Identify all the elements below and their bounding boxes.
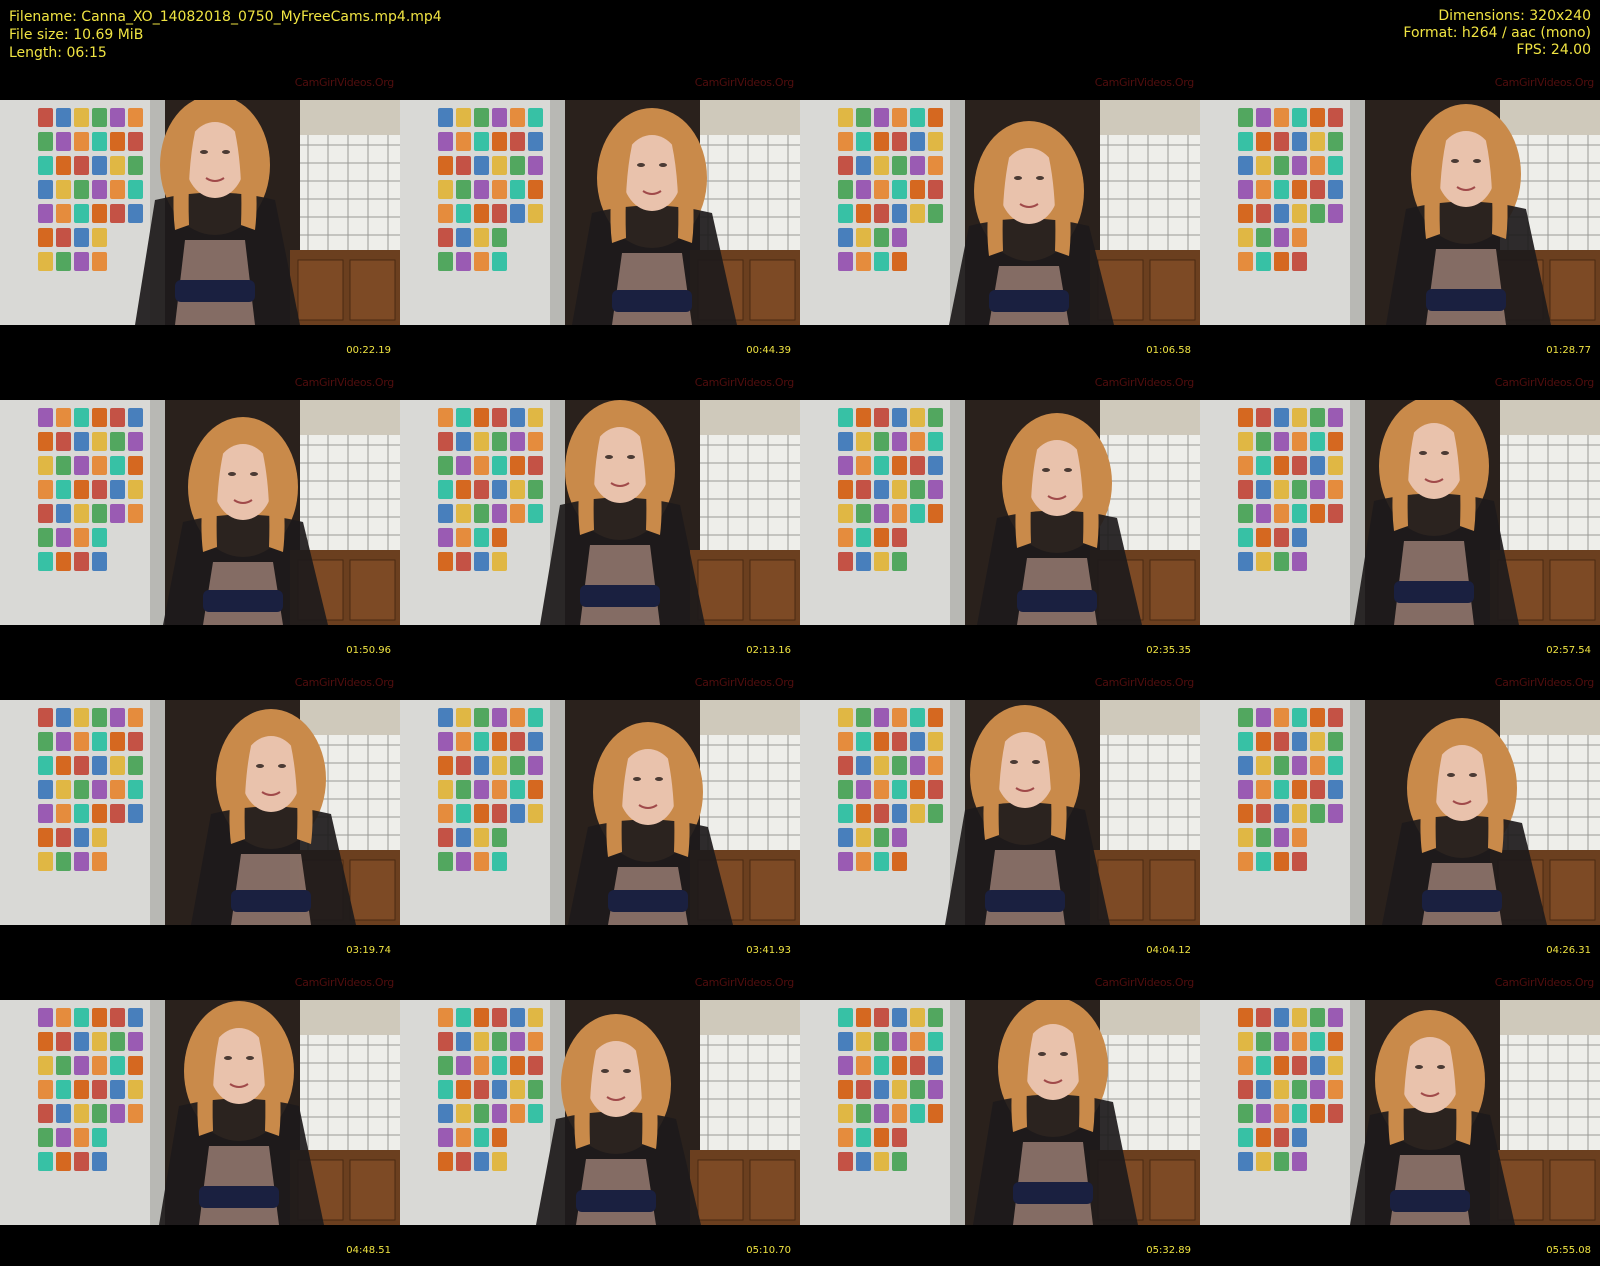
frame-timestamp: 05:10.70 (746, 1245, 791, 1256)
media-info: Dimensions: 320x240 Format: h264 / aac (… (1403, 8, 1591, 59)
frame-timestamp: 04:26.31 (1546, 945, 1591, 956)
watermark-text: CamGirlVideos.Org (694, 376, 795, 389)
filename-text: Filename: Canna_XO_14082018_0750_MyFreeC… (9, 9, 442, 25)
frame-timestamp: 01:50.96 (346, 645, 391, 656)
video-frame-image (800, 100, 1200, 325)
thumbnail-tile: CamGirlVideos.Org 04:26.31 (1200, 670, 1600, 970)
video-frame-image (1200, 400, 1600, 625)
frame-timestamp: 05:32.89 (1146, 1245, 1191, 1256)
video-frame-image (800, 400, 1200, 625)
video-frame-image (0, 1000, 400, 1225)
watermark-text: CamGirlVideos.Org (1094, 76, 1195, 89)
frame-timestamp: 03:19.74 (346, 945, 391, 956)
length-text: Length: 06:15 (9, 45, 107, 61)
watermark-text: CamGirlVideos.Org (1094, 376, 1195, 389)
thumbnail-tile: CamGirlVideos.Org 00:44.39 (400, 70, 800, 370)
video-frame-image (400, 700, 800, 925)
thumbnail-tile: CamGirlVideos.Org 03:41.93 (400, 670, 800, 970)
thumbnail-tile: CamGirlVideos.Org 01:28.77 (1200, 70, 1600, 370)
thumbnail-tile: CamGirlVideos.Org 03:19.74 (0, 670, 400, 970)
thumbnail-tile: CamGirlVideos.Org 05:10.70 (400, 970, 800, 1266)
watermark-text: CamGirlVideos.Org (294, 976, 395, 989)
watermark-text: CamGirlVideos.Org (694, 76, 795, 89)
frame-timestamp: 02:13.16 (746, 645, 791, 656)
thumbnail-tile: CamGirlVideos.Org 04:04.12 (800, 670, 1200, 970)
watermark-text: CamGirlVideos.Org (1094, 676, 1195, 689)
watermark-text: CamGirlVideos.Org (294, 676, 395, 689)
file-info: Filename: Canna_XO_14082018_0750_MyFreeC… (9, 8, 442, 62)
thumbnail-tile: CamGirlVideos.Org 00:22.19 (0, 70, 400, 370)
video-frame-image (1200, 1000, 1600, 1225)
format-text: Format: h264 / aac (mono) (1403, 25, 1591, 41)
video-frame-image (800, 1000, 1200, 1225)
video-frame-image (0, 400, 400, 625)
watermark-text: CamGirlVideos.Org (694, 976, 795, 989)
filesize-text: File size: 10.69 MiB (9, 27, 144, 43)
frame-timestamp: 05:55.08 (1546, 1245, 1591, 1256)
thumbnail-tile: CamGirlVideos.Org 02:57.54 (1200, 370, 1600, 670)
watermark-text: CamGirlVideos.Org (694, 676, 795, 689)
watermark-text: CamGirlVideos.Org (1094, 976, 1195, 989)
frame-timestamp: 00:22.19 (346, 345, 391, 356)
watermark-text: CamGirlVideos.Org (294, 376, 395, 389)
frame-timestamp: 02:57.54 (1546, 645, 1591, 656)
video-frame-image (0, 100, 400, 325)
thumbnail-tile: CamGirlVideos.Org 05:32.89 (800, 970, 1200, 1266)
watermark-text: CamGirlVideos.Org (1494, 976, 1595, 989)
thumbnail-tile: CamGirlVideos.Org 05:55.08 (1200, 970, 1600, 1266)
frame-timestamp: 04:04.12 (1146, 945, 1191, 956)
contact-sheet: Filename: Canna_XO_14082018_0750_MyFreeC… (0, 0, 1600, 1266)
video-frame-image (800, 700, 1200, 925)
thumbnail-tile: CamGirlVideos.Org 04:48.51 (0, 970, 400, 1266)
thumbnail-tile: CamGirlVideos.Org 02:13.16 (400, 370, 800, 670)
frame-timestamp: 04:48.51 (346, 1245, 391, 1256)
frame-timestamp: 01:28.77 (1546, 345, 1591, 356)
watermark-text: CamGirlVideos.Org (294, 76, 395, 89)
thumbnail-tile: CamGirlVideos.Org 01:06.58 (800, 70, 1200, 370)
watermark-text: CamGirlVideos.Org (1494, 76, 1595, 89)
video-frame-image (400, 100, 800, 325)
frame-timestamp: 01:06.58 (1146, 345, 1191, 356)
watermark-text: CamGirlVideos.Org (1494, 376, 1595, 389)
fps-text: FPS: 24.00 (1516, 42, 1591, 58)
frame-timestamp: 02:35.35 (1146, 645, 1191, 656)
video-frame-image (0, 700, 400, 925)
watermark-text: CamGirlVideos.Org (1494, 676, 1595, 689)
video-frame-image (1200, 700, 1600, 925)
frame-timestamp: 03:41.93 (746, 945, 791, 956)
video-frame-image (400, 1000, 800, 1225)
video-frame-image (1200, 100, 1600, 325)
dimensions-text: Dimensions: 320x240 (1438, 8, 1591, 24)
thumbnail-tile: CamGirlVideos.Org 01:50.96 (0, 370, 400, 670)
frame-timestamp: 00:44.39 (746, 345, 791, 356)
video-frame-image (400, 400, 800, 625)
thumbnail-tile: CamGirlVideos.Org 02:35.35 (800, 370, 1200, 670)
